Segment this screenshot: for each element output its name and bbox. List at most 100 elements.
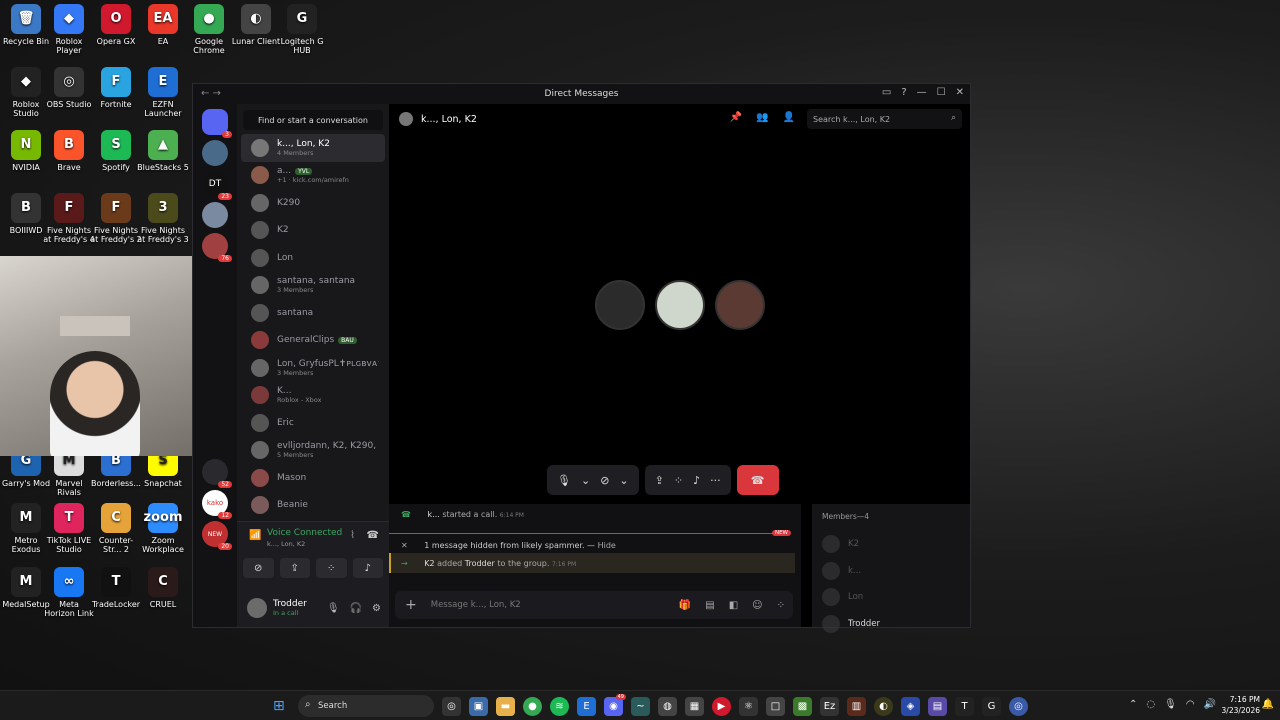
youtube-taskbar-icon[interactable]: ▶	[712, 697, 731, 716]
close-icon[interactable]: ✕	[401, 541, 408, 550]
app-taskbar-icon[interactable]: ◈	[901, 697, 920, 716]
desktop-icon[interactable]: S Spotify	[90, 130, 142, 172]
desktop-icon[interactable]: zoom Zoom Workplace	[137, 503, 189, 554]
desktop-icon[interactable]: 3 Five Nights at Freddy's 3	[137, 193, 189, 244]
dm-item[interactable]: Mason	[241, 464, 385, 492]
app-taskbar-icon[interactable]: ◐	[874, 697, 893, 716]
server-icon[interactable]: 52	[202, 459, 232, 488]
dm-item[interactable]: santana, santana 3 Members	[241, 272, 385, 300]
desktop-icon[interactable]: G Logitech G HUB	[276, 4, 328, 55]
server-new-icon[interactable]: NEW 20	[202, 521, 232, 550]
participant-avatar[interactable]	[715, 280, 765, 330]
back-arrow-icon[interactable]: ← →	[201, 88, 221, 99]
member-item[interactable]: K2	[822, 531, 960, 558]
desktop-icon[interactable]: ▲ BlueStacks 5	[137, 130, 189, 172]
hide-link[interactable]: Hide	[598, 541, 616, 550]
chevron-down-icon[interactable]: ⌄	[619, 474, 628, 487]
tradelocker-taskbar-icon[interactable]: T	[955, 697, 974, 716]
wifi-icon[interactable]: ◠	[1186, 699, 1195, 710]
search-input[interactable]: Search k..., Lon, K2 ⌕	[807, 109, 962, 129]
dm-item[interactable]: Beanie	[241, 492, 385, 520]
pin-icon[interactable]: 📌	[730, 112, 742, 123]
microphone-icon[interactable]: 🎙	[1164, 699, 1177, 710]
app-taskbar-icon[interactable]: ▦	[685, 697, 704, 716]
dm-item[interactable]: a... YVL +1 · kick.com/amirefn	[241, 162, 385, 190]
voice-channel[interactable]: k..., Lon, K2	[267, 540, 305, 548]
sticker-icon[interactable]: ◧	[729, 600, 738, 611]
add-friends-icon[interactable]: 👥	[756, 112, 768, 123]
desktop-icon[interactable]: ◆ Roblox Player	[43, 4, 95, 55]
dm-item[interactable]: K290	[241, 189, 385, 217]
share-controls[interactable]: ⇪ ⁘ ♪ ···	[644, 465, 731, 495]
plus-icon[interactable]: +	[405, 597, 417, 613]
member-item[interactable]: Trodder	[822, 611, 960, 638]
settings-icon[interactable]: ⚙	[372, 603, 381, 614]
noise-suppression-icon[interactable]: ⌇	[350, 530, 355, 541]
minecraft-taskbar-icon[interactable]: ▩	[793, 697, 812, 716]
notification-bell-icon[interactable]: 🔔	[1262, 699, 1274, 710]
obs-taskbar-icon[interactable]: ◎	[442, 697, 461, 716]
app-taskbar-icon[interactable]: □	[766, 697, 785, 716]
close-button[interactable]: ✕	[956, 87, 964, 98]
taskbar-search[interactable]: ⌕ Search	[298, 695, 434, 717]
server-icon[interactable]: 76	[202, 233, 232, 262]
tray-app-icon[interactable]: ◌	[1146, 699, 1155, 710]
app-taskbar-icon[interactable]: ▤	[928, 697, 947, 716]
mute-control[interactable]: 🎙 ⌄ ⊘ ⌄	[547, 465, 639, 495]
app-taskbar-icon[interactable]: ▥	[847, 697, 866, 716]
discord-taskbar-icon[interactable]: ◉ 49	[604, 694, 626, 716]
desktop-icon[interactable]: ∞ Meta Horizon Link	[43, 567, 95, 618]
desktop-icon[interactable]: F Five Nights at Freddy's 4	[43, 193, 95, 244]
dm-item[interactable]: GeneralClips BAU	[241, 327, 385, 355]
logitech-taskbar-icon[interactable]: G	[982, 697, 1001, 716]
dm-item[interactable]: K2	[241, 217, 385, 245]
activities-button[interactable]: ⁘	[316, 558, 347, 578]
message-input[interactable]: + Message k..., Lon, K2 🎁 ▤ ◧ ☺ ⁘	[395, 591, 793, 619]
avatar[interactable]	[247, 598, 267, 618]
participant-avatar[interactable]	[655, 280, 705, 330]
desktop-icon[interactable]: ◐ Lunar Client	[230, 4, 282, 46]
more-icon[interactable]: ···	[710, 474, 721, 487]
microphone-icon[interactable]: 🎙	[557, 474, 571, 487]
app-taskbar-icon[interactable]: ◎	[1009, 697, 1028, 716]
desktop-icon[interactable]: T TradeLocker	[90, 567, 142, 609]
emoji-icon[interactable]: ☺	[752, 600, 762, 611]
server-icon[interactable]	[202, 202, 228, 228]
explorer-taskbar-icon[interactable]: ▬	[496, 697, 515, 716]
dm-item[interactable]: Eric	[241, 409, 385, 437]
dm-item[interactable]: Lon, GryfusPL✝ᴘʟɢʙᴠᴀ✝ 3 Members	[241, 354, 385, 382]
find-conversation-button[interactable]: Find or start a conversation	[243, 110, 383, 130]
desktop-icon[interactable]: B Brave	[43, 130, 95, 172]
desktop-icon[interactable]: T TikTok LIVE Studio	[43, 503, 95, 554]
desktop-icon[interactable]: ● Google Chrome	[183, 4, 235, 55]
gif-icon[interactable]: ▤	[705, 600, 714, 611]
server-icon[interactable]	[202, 140, 228, 166]
chevron-down-icon[interactable]: ⌄	[581, 474, 590, 487]
member-item[interactable]: k...	[822, 558, 960, 585]
server-icon[interactable]: kako 12	[202, 490, 232, 519]
camera-off-icon[interactable]: ⊘	[600, 474, 609, 487]
dm-item[interactable]: evlljordann, K2, K290, ... 5 Members	[241, 437, 385, 465]
member-item[interactable]: Lon	[822, 584, 960, 611]
dm-item[interactable]: K... Roblox - Xbox	[241, 382, 385, 410]
atom-taskbar-icon[interactable]: ⚛	[739, 697, 758, 716]
dm-item[interactable]: Lon	[241, 244, 385, 272]
app-taskbar-icon[interactable]: ~	[631, 697, 650, 716]
desktop-icon[interactable]: C CRUEL	[137, 567, 189, 609]
app-taskbar-icon[interactable]: Ez	[820, 697, 839, 716]
clock[interactable]: 7:16 PM 3/23/2026	[1222, 695, 1260, 716]
help-icon[interactable]: ?	[901, 87, 906, 98]
volume-icon[interactable]: 🔊	[1204, 699, 1216, 710]
participant-avatar[interactable]	[595, 280, 645, 330]
desktop-icon[interactable]: ◎ OBS Studio	[43, 67, 95, 109]
app-taskbar-icon[interactable]: ◍	[658, 697, 677, 716]
headphones-icon[interactable]: 🎧	[350, 603, 362, 614]
inbox-icon[interactable]: ▭	[882, 87, 891, 98]
maximize-button[interactable]: ☐	[937, 87, 946, 98]
desktop-icon[interactable]: E EZFN Launcher	[137, 67, 189, 118]
member-list-icon[interactable]: 👤	[783, 112, 795, 123]
soundboard-icon[interactable]: ♪	[693, 474, 700, 487]
activities-icon[interactable]: ⁘	[674, 474, 683, 487]
desktop-icon[interactable]: F Fortnite	[90, 67, 142, 109]
disconnect-icon[interactable]: ☎	[367, 530, 379, 541]
